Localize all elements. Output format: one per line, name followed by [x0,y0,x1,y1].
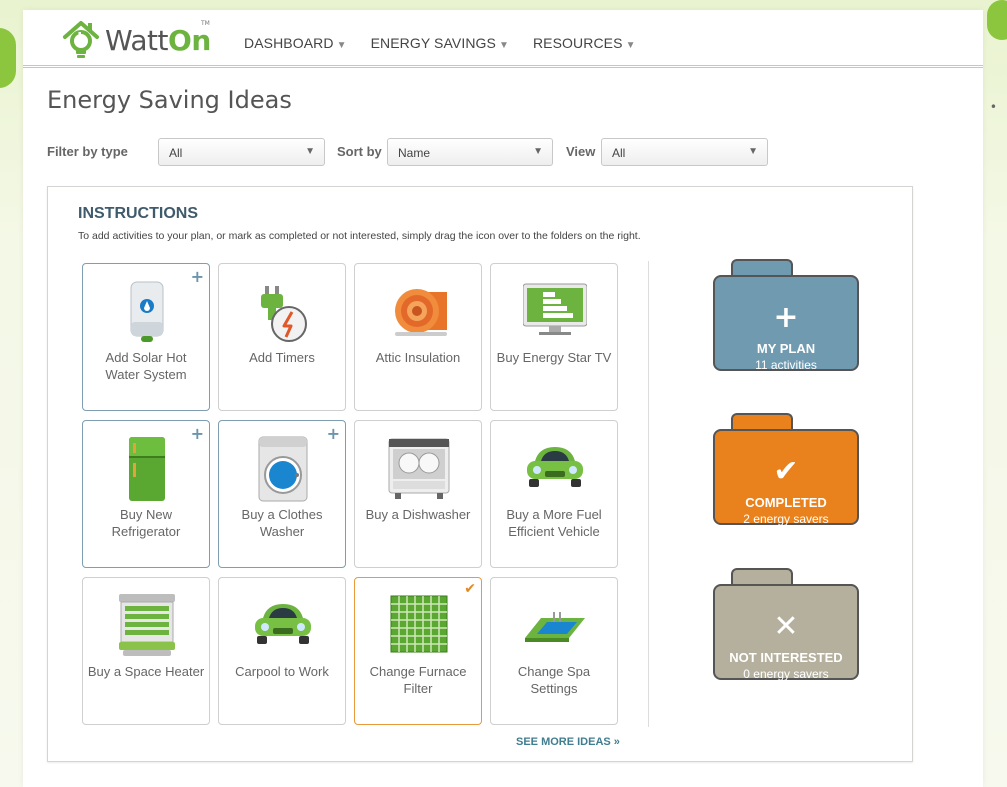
chevron-down-icon: ▼ [336,40,347,51]
plus-icon: + [326,424,340,443]
idea-tile-clothes-washer[interactable]: + Buy a Clothes Washer [218,420,346,568]
logo-watt: Watt [105,23,169,57]
panel-divider [648,261,649,727]
folder-count: 2 energy savers [743,512,829,526]
space-heater-icon [119,594,175,656]
folder-title: NOT INTERESTED [729,650,843,665]
water-heater-icon [130,281,164,342]
decorative-tree-right [987,0,1007,40]
chevron-down-icon: ▼ [305,146,315,157]
nav-energy-savings[interactable]: ENERGY SAVINGS ▼ [371,35,509,51]
house-bulb-icon [63,21,99,58]
chevron-down-icon: ▼ [498,40,509,51]
idea-label: Add Timers [249,350,315,365]
idea-label: Attic Insulation [375,350,461,365]
logo-trademark: TM [201,20,210,27]
idea-label: Buy a Clothes Washer [241,507,323,539]
idea-tile-fuel-efficient-vehicle[interactable]: Buy a More Fuel Efficient Vehicle [490,420,618,568]
idea-tile-attic-insulation[interactable]: Attic Insulation [354,263,482,411]
sort-by-select[interactable]: Name ▼ [387,138,553,166]
nav-resources[interactable]: RESOURCES ▼ [533,35,636,51]
nav-resources-label: RESOURCES [532,35,623,51]
timer-plug-icon [261,286,307,342]
insulation-roll-icon [395,289,447,336]
energy-star-tv-icon [523,283,587,335]
idea-label: Buy a Space Heater [87,664,205,679]
idea-tile-spa-settings[interactable]: Change Spa Settings [490,577,618,725]
checkmark-icon: ✔ [464,581,476,597]
dishwasher-icon [388,438,450,499]
folder-count: 11 activities [755,358,817,372]
nav-dashboard-label: DASHBOARD [244,35,334,51]
plus-icon: + [190,424,204,443]
washing-machine-icon [258,436,308,502]
checkmark-icon: ✔ [773,454,799,489]
idea-label: Buy a Dishwasher [365,507,471,522]
decorative-tree-left [0,28,16,88]
idea-label: Change Spa Settings [517,664,591,696]
folder-my-plan[interactable]: + MY PLAN 11 activities [713,259,859,372]
idea-label: Change Furnace Filter [369,664,467,696]
see-more-ideas-link[interactable]: SEE MORE IDEAS » [516,736,620,748]
idea-tile-new-refrigerator[interactable]: + Buy New Refrigerator [82,420,210,568]
filter-type-value: All [169,146,183,160]
main-nav: DASHBOARD ▼ ENERGY SAVINGS ▼ RESOURCES ▼ [244,35,636,51]
folder-body: ✕ NOT INTERESTED 0 energy savers [713,584,859,681]
idea-tile-carpool[interactable]: Carpool to Work [218,577,346,725]
folder-not-interested[interactable]: ✕ NOT INTERESTED 0 energy savers [713,568,859,681]
idea-label: Buy Energy Star TV [496,350,612,365]
logo[interactable]: WattOn TM [61,16,211,64]
idea-tile-add-timers[interactable]: Add Timers [218,263,346,411]
ideas-panel: INSTRUCTIONS To add activities to your p… [47,186,913,762]
refrigerator-icon [129,437,165,501]
close-icon: ✕ [773,609,799,644]
carpool-car-icon [255,604,311,644]
idea-label: Buy a More Fuel Efficient Vehicle [506,507,602,539]
view-label: View [566,144,596,159]
view-select[interactable]: All ▼ [601,138,768,166]
car-icon [527,447,583,487]
instructions-text: To add activities to your plan, or mark … [78,230,641,242]
logo-wordmark: WattOn [105,24,211,57]
folder-body: + MY PLAN 11 activities [713,275,859,372]
view-value: All [612,146,626,160]
idea-label: Buy New Refrigerator [111,507,181,539]
nav-dashboard[interactable]: DASHBOARD ▼ [244,35,347,51]
folder-title: MY PLAN [756,341,816,356]
plus-icon: + [773,300,799,335]
filter-type-select[interactable]: All ▼ [158,138,325,166]
instructions-title: INSTRUCTIONS [78,205,198,222]
header: WattOn TM DASHBOARD ▼ ENERGY SAVINGS ▼ RES… [23,10,983,68]
idea-label: Add Solar Hot Water System [105,350,187,382]
nav-energy-savings-label: ENERGY SAVINGS [370,35,496,51]
idea-tile-furnace-filter[interactable]: ✔ Change Furnace Filter [354,577,482,725]
logo-on: On [168,23,211,57]
chevron-down-icon: ▼ [533,146,543,157]
filter-type-label: Filter by type [47,144,128,159]
filter-bar: Filter by type All ▼ Sort by Name ▼ View… [47,138,768,166]
folder-body: ✔ COMPLETED 2 energy savers [713,429,859,526]
idea-tile-dishwasher[interactable]: Buy a Dishwasher [354,420,482,568]
plus-icon: + [190,267,204,286]
sort-by-label: Sort by [337,144,382,159]
spa-pool-icon [525,612,585,642]
chevron-down-icon: ▼ [625,40,636,51]
idea-label: Carpool to Work [235,664,329,679]
folder-completed[interactable]: ✔ COMPLETED 2 energy savers [713,413,859,526]
idea-tile-solar-hot-water[interactable]: + Add Solar Hot Water System [82,263,210,411]
idea-tile-space-heater[interactable]: Buy a Space Heater [82,577,210,725]
sort-by-value: Name [398,146,431,160]
folder-title: COMPLETED [745,495,827,510]
idea-tile-energy-star-tv[interactable]: Buy Energy Star TV [490,263,618,411]
furnace-filter-icon [390,595,448,653]
chevron-down-icon: ▼ [748,146,758,157]
folder-count: 0 energy savers [743,667,829,681]
page-title: Energy Saving Ideas [47,86,292,114]
